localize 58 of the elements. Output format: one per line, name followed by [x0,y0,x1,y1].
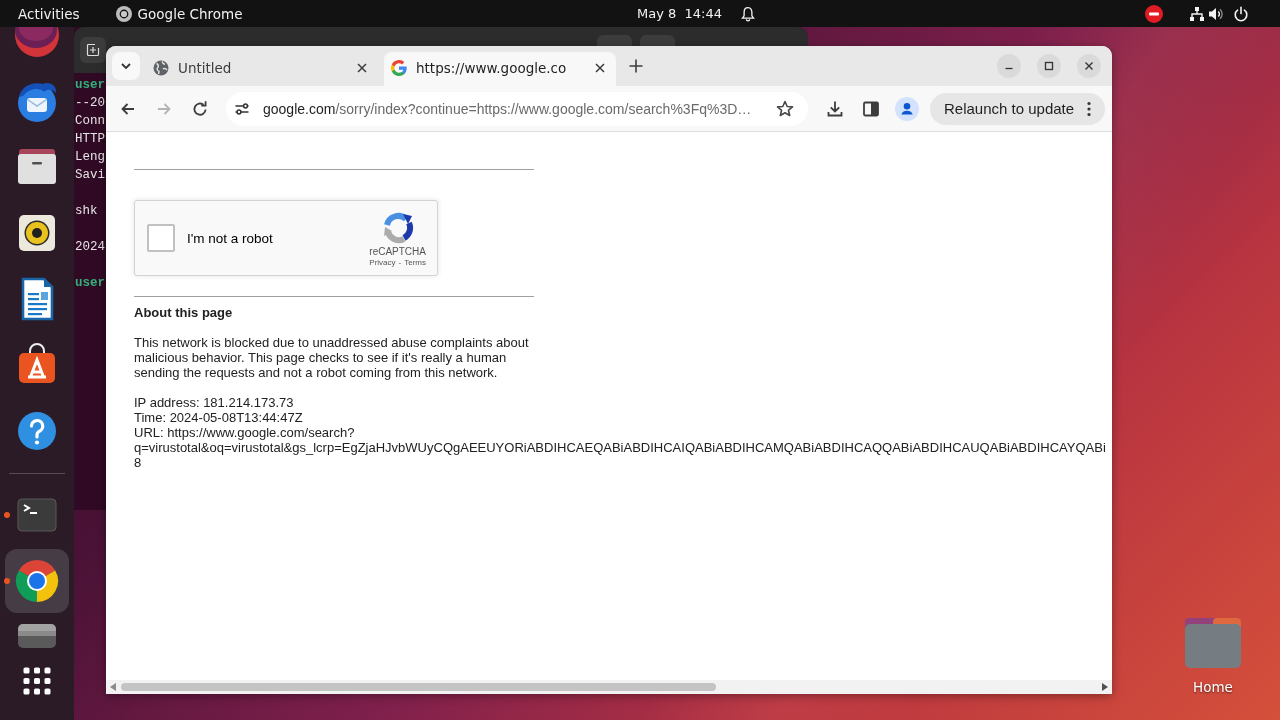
page-description: This network is blocked due to unaddressed abuse complaints about malicious behavior. This page checks to see if it's really a human sending the requests and not a robot coming from this network. [134,335,530,380]
activities-button[interactable]: Activities [18,4,80,23]
clock-button[interactable]: May 8 14:44 [637,4,722,23]
terminal-line: Leng [75,149,105,166]
new-tab-button[interactable] [80,37,106,63]
network-icon[interactable] [1189,5,1205,22]
terminal-line: --20 [75,95,105,112]
terminal-line: 2024 [75,239,105,256]
no-entry-icon[interactable] [1145,4,1163,23]
detail-line: q=virustotal&oq=virustotal&gs_lcrp=EgZjaHJvbWUyCQgAEEUYORiABDIHCAEQABiABDIHCAIQABiABDIHCAMQABiABDIHCAQQABiABDIHCAUQABiABDIHCAYQABi [134,440,1106,455]
volume-icon[interactable] [1208,5,1224,22]
checkbox[interactable] [147,224,175,252]
terminal-line: user [75,77,105,94]
globe-icon [153,60,169,76]
desktop-icon-label[interactable]: Home [1193,678,1233,696]
browser-logo-icon[interactable] [5,549,69,613]
circular-arrows-icon [381,212,414,244]
bell-icon[interactable] [740,5,756,22]
relaunch-button[interactable]: Relaunch to update [930,92,1105,125]
person-icon[interactable] [895,96,919,121]
colored-g-icon [391,60,407,76]
close-icon[interactable] [1077,54,1101,78]
browser-tab[interactable]: https://www.google.co [384,52,616,86]
terminal-line: HTTP [75,131,105,148]
scroll-left-icon[interactable] [110,683,116,691]
terminal-line: Conn [75,113,105,130]
terminal-line: Savi [75,167,105,184]
maximize-icon[interactable] [1037,54,1061,78]
scroll-right-icon[interactable] [1102,683,1108,691]
terms-link[interactable]: Terms [404,258,426,268]
app-menu-button[interactable]: Google Chrome [115,4,243,23]
brand-label: reCAPTCHA [369,246,426,258]
horizontal-scrollbar[interactable] [106,680,1112,694]
browser-tab[interactable]: Untitled [145,52,381,86]
detail-line: IP address: 181.214.173.73 [134,395,294,410]
app-grid-icon[interactable] [23,667,51,695]
privacy-link[interactable]: Privacy [369,258,396,268]
url-text: google.com/sorry/index?continue=https://www.google.com/search%3Fq%3D… [263,100,752,117]
plus-icon[interactable] [628,58,644,74]
checkbox-label: I'm not a robot [187,230,273,246]
scrollbar-thumb[interactable] [121,683,716,691]
drive-icon[interactable] [17,623,57,649]
terminal-line: shk [75,203,98,220]
orb-icon[interactable] [15,27,59,57]
power-icon[interactable] [1233,5,1249,22]
star-icon[interactable] [775,98,795,119]
kebab-menu-icon [1087,100,1091,117]
ring-logo-icon [115,5,132,22]
caret-down-icon[interactable] [112,52,140,80]
page-heading: About this page [134,305,233,320]
terminal-line: user [75,275,105,292]
link-separator: - [398,258,402,268]
tune-icon[interactable] [234,100,250,117]
detail-line: 8 [134,455,142,470]
address-bar[interactable]: google.com/sorry/index?continue=https://www.google.com/search%3Fq%3D… [226,91,808,126]
new-tab-icon [86,43,100,57]
detail-line: URL: https://www.google.com/search? [134,425,355,440]
detail-line: Time: 2024-05-08T13:44:47Z [134,410,303,425]
